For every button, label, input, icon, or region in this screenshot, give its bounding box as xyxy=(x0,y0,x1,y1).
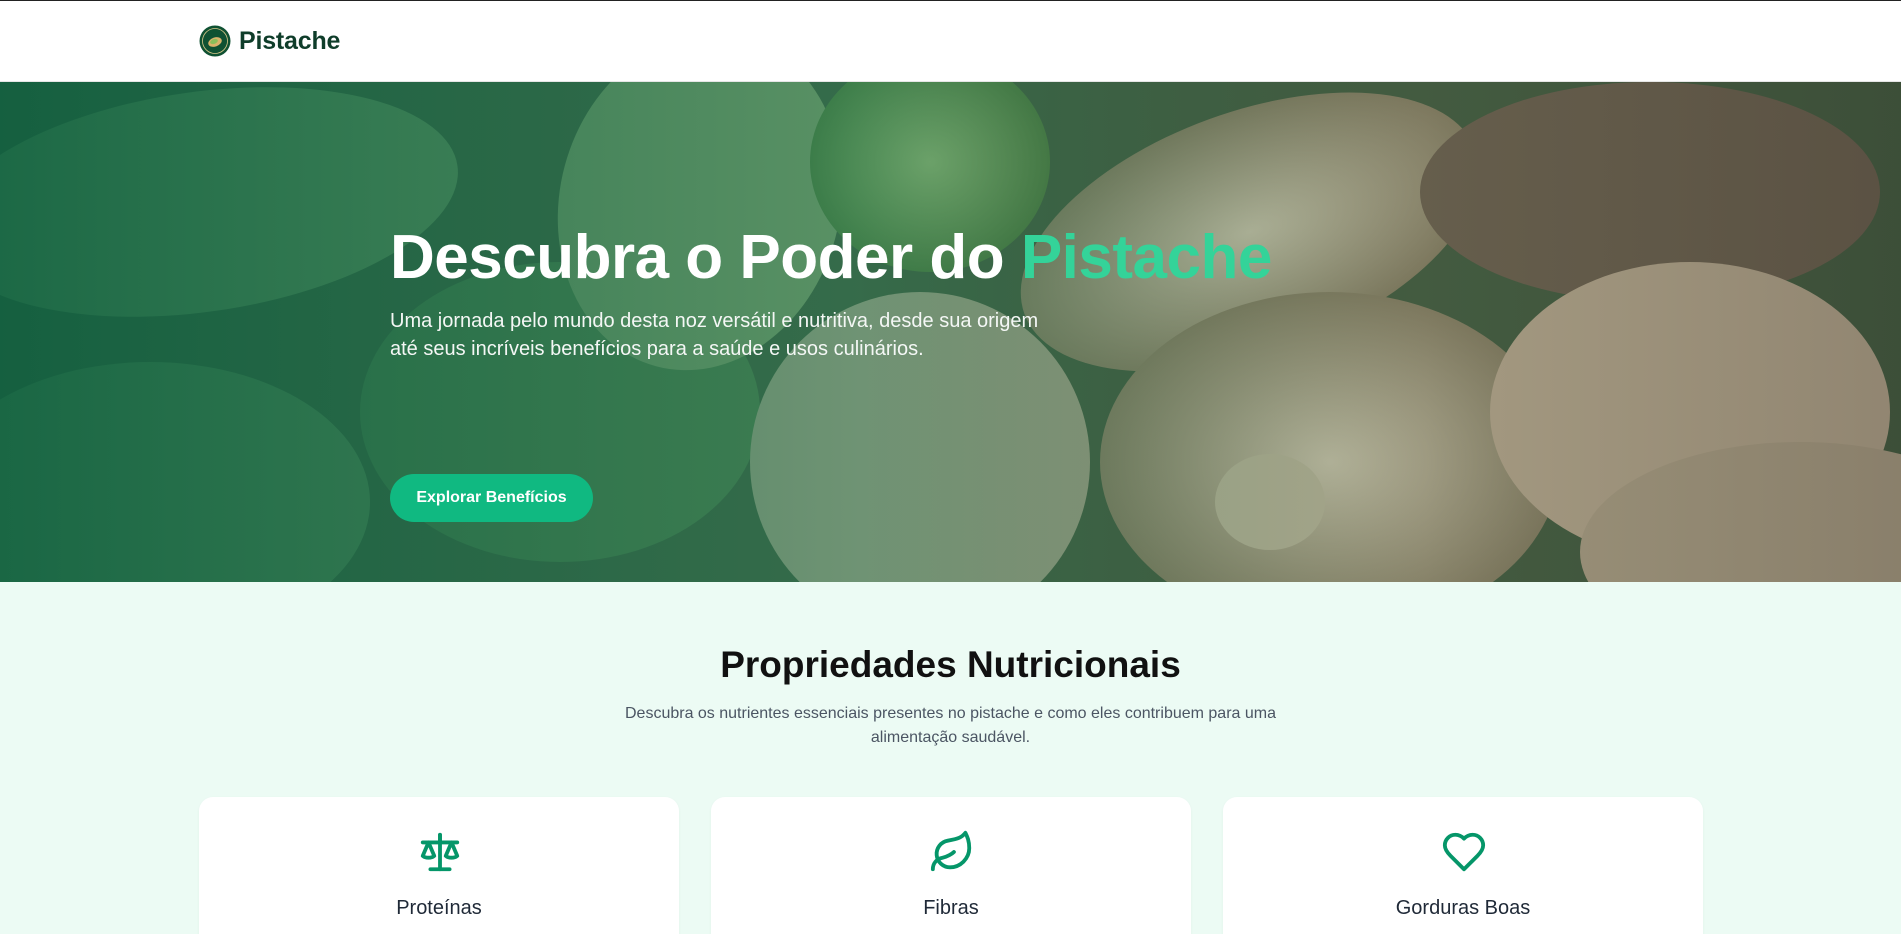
brand-name: Pistache xyxy=(239,26,341,55)
nutrient-card-good-fats: Gorduras Boas xyxy=(1223,797,1703,934)
nutrition-subtitle: Descubra os nutrientes essenciais presen… xyxy=(624,705,1276,746)
pistachio-logo-icon xyxy=(199,25,231,57)
card-title: Fibras xyxy=(923,897,979,919)
hero-title: Descubra o Poder do Pistache xyxy=(390,222,1290,293)
leaf-icon xyxy=(930,830,972,872)
card-title: Gorduras Boas xyxy=(1395,897,1531,919)
card-title: Proteínas xyxy=(396,897,482,919)
hero-content: Descubra o Poder do Pistache Uma jornada… xyxy=(390,222,1290,522)
explore-benefits-button[interactable]: Explorar Benefícios xyxy=(390,474,593,522)
nutrition-section: Propriedades Nutricionais Descubra os nu… xyxy=(0,582,1901,934)
nutrient-card-proteins: Proteínas xyxy=(199,797,679,934)
navbar: Pistache xyxy=(0,1,1901,82)
hero-title-main: Descubra o Poder do xyxy=(390,223,1021,292)
scale-icon xyxy=(420,832,460,872)
brand-link[interactable]: Pistache xyxy=(199,25,340,57)
nutrition-title: Propriedades Nutricionais xyxy=(720,644,1181,685)
nutrient-card-fibers: Fibras xyxy=(711,797,1191,934)
heart-icon xyxy=(1442,832,1486,872)
hero-title-accent: Pistache xyxy=(1020,223,1273,292)
hero-section: Descubra o Poder do Pistache Uma jornada… xyxy=(0,82,1901,582)
hero-subtitle: Uma jornada pelo mundo desta noz versáti… xyxy=(390,310,1039,361)
